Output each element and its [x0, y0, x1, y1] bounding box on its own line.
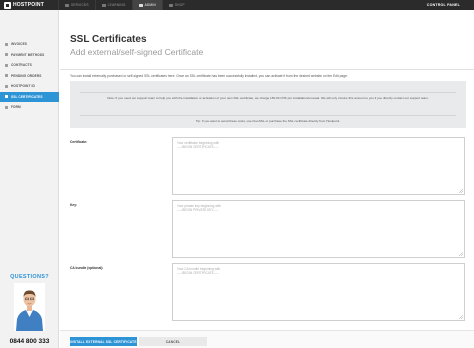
- notice-box: Note: If you need our support team to he…: [70, 81, 466, 128]
- top-nav: SERVICES LEARNING ADMIN SHOP: [58, 0, 191, 10]
- tab-shop[interactable]: SHOP: [161, 0, 191, 10]
- sidebar-item-contracts[interactable]: CONTRACTS: [0, 60, 59, 71]
- key-label: Key:: [70, 203, 78, 207]
- support-agent-image: [14, 283, 45, 331]
- support-promo: QUESTIONS? 0844 800 333: [0, 273, 59, 348]
- tab-label: ADMIN: [144, 3, 156, 7]
- ca-bundle-label: CA bundle (optional):: [70, 266, 104, 270]
- tab-label: SHOP: [174, 3, 185, 7]
- sidebar-item-pending-orders[interactable]: PENDING ORDERS: [0, 71, 59, 82]
- tab-learning[interactable]: LEARNING: [94, 0, 132, 10]
- sidebar-item-label: PENDING ORDERS: [11, 73, 42, 78]
- promo-title: QUESTIONS?: [10, 274, 49, 280]
- brand-logo[interactable]: HOSTPOINT: [4, 1, 44, 9]
- sidebar-item-label: FORM: [11, 105, 21, 110]
- tab-admin[interactable]: ADMIN: [131, 0, 162, 10]
- tab-label: LEARNING: [107, 3, 126, 7]
- sidebar-item-invoices[interactable]: INVOICES: [0, 39, 59, 50]
- sidebar: INVOICES PAYMENT METHODS CONTRACTS PENDI…: [0, 10, 59, 348]
- document-icon: [5, 42, 8, 46]
- key-placeholder: -----BEGIN PRIVATE KEY-----: [177, 208, 219, 213]
- certificate-placeholder: -----BEGIN CERTIFICATE-----: [177, 145, 220, 150]
- form-icon: [5, 105, 8, 109]
- main-content: SSL Certificates Add external/self-signe…: [60, 10, 474, 348]
- resize-handle-icon[interactable]: [459, 189, 463, 193]
- sidebar-item-label: HOSTPOINT ID: [11, 84, 35, 89]
- header-divider: [60, 69, 474, 70]
- hostpoint-logo-icon: [4, 1, 11, 9]
- credit-card-icon: [5, 53, 8, 57]
- sidebar-item-label: CONTRACTS: [11, 63, 32, 68]
- notice-tip-text: Tip: If you want to avoid these costs, u…: [195, 119, 341, 123]
- sidebar-item-hostpoint-id[interactable]: HOSTPOINT ID: [0, 81, 59, 92]
- sidebar-item-label: SSL CERTIFICATES: [11, 94, 43, 99]
- notice-divider: [80, 115, 456, 116]
- install-certificate-button[interactable]: INSTALL EXTERNAL SSL CERTIFICATE: [70, 337, 137, 346]
- page-subtitle: Add external/self-signed Certificate: [70, 47, 204, 57]
- certificate-label: Certificate:: [70, 140, 88, 144]
- ca-bundle-placeholder: -----BEGIN CERTIFICATE-----: [177, 271, 220, 276]
- sidebar-item-ssl-certificates[interactable]: SSL CERTIFICATES: [0, 91, 59, 102]
- control-panel-label: CONTROL PANEL: [426, 3, 460, 7]
- intro-text: You can install externally purchased or …: [70, 74, 348, 78]
- contract-icon: [5, 63, 8, 67]
- brand-name: HOSTPOINT: [13, 2, 44, 8]
- top-bar: HOSTPOINT SERVICES LEARNING ADMIN SHOP C…: [0, 0, 474, 10]
- key-textarea[interactable]: Your private key beginning with -----BEG…: [172, 200, 465, 258]
- sidebar-item-payment-methods[interactable]: PAYMENT METHODS: [0, 50, 59, 61]
- notice-fee-text: Note: If you need our support team to he…: [107, 96, 429, 100]
- admin-icon: [138, 3, 143, 7]
- lock-icon: [5, 95, 8, 99]
- notice-divider: [80, 92, 456, 93]
- id-icon: [5, 84, 8, 88]
- sidebar-item-label: INVOICES: [11, 42, 28, 47]
- ca-bundle-textarea[interactable]: Your CA bundle beginning with -----BEGIN…: [172, 263, 465, 321]
- resize-handle-icon[interactable]: [459, 315, 463, 319]
- page-title: SSL Certificates: [70, 34, 147, 45]
- sidebar-item-form[interactable]: FORM: [0, 102, 59, 113]
- sidebar-item-label: PAYMENT METHODS: [11, 52, 45, 57]
- support-phone[interactable]: 0844 800 333: [0, 338, 59, 345]
- learning-icon: [101, 3, 106, 7]
- tab-label: SERVICES: [71, 3, 89, 7]
- services-icon: [65, 3, 69, 7]
- resize-handle-icon[interactable]: [459, 252, 463, 256]
- cancel-button[interactable]: CANCEL: [139, 337, 207, 346]
- shop-icon: [168, 3, 173, 7]
- cart-icon: [5, 74, 8, 78]
- tab-services[interactable]: SERVICES: [58, 0, 95, 10]
- certificate-textarea[interactable]: Your certificate beginning with -----BEG…: [172, 137, 465, 195]
- sidebar-menu: INVOICES PAYMENT METHODS CONTRACTS PENDI…: [0, 39, 59, 113]
- action-bar: INSTALL EXTERNAL SSL CERTIFICATE CANCEL: [60, 330, 474, 348]
